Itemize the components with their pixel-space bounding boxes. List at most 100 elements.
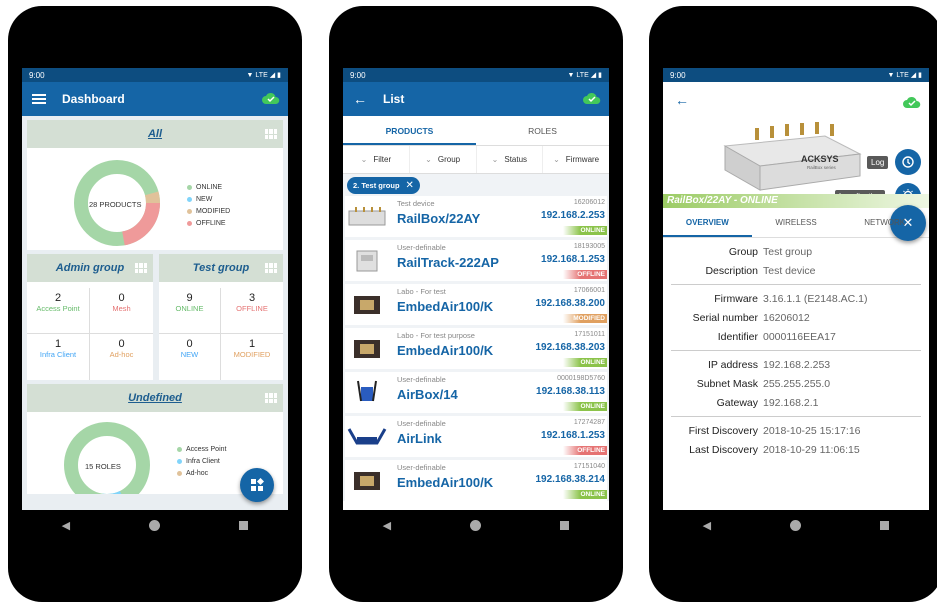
admin-group-stats: 2 Access Point 0 Mesh 1 Infra Client 0 Ad-ho… [27,282,153,382]
network-label: LTE [255,71,268,79]
home-nav-icon[interactable] [790,519,802,531]
product-serial: 17151040 [573,463,605,470]
page-title: List [383,92,405,106]
cloud-sync-icon[interactable] [583,92,601,105]
stat-access-point[interactable]: 2 Access Point [27,288,90,334]
all-donut-label: 28 PRODUCTS [89,200,142,209]
list-item[interactable]: User-definable EmbedAir100/K 17151040 192.1… [345,460,607,501]
back-nav-icon[interactable]: ◀ [703,519,711,532]
grid-view-icon[interactable] [265,393,277,403]
tab-products[interactable]: PRODUCTS [343,116,476,145]
admin-group-card[interactable]: Admin group 2 Access Point 0 Mesh 1 Infra C… [27,254,153,380]
legend-item: Access Point [177,444,226,456]
log-tooltip: Log [867,156,889,169]
stat-value: 2 [54,292,62,304]
detail-value: 192.168.2.1 [763,396,819,409]
detail-row: Serial number 16206012 [663,308,929,327]
detail-value: Test group [763,245,813,258]
stat-modified[interactable]: 1 MODIFIED [221,334,283,380]
group-filter-chip[interactable]: 2. Test group ✕ [347,176,420,194]
stat-label: Mesh [112,304,131,313]
cloud-sync-icon[interactable] [262,92,280,105]
close-icon[interactable]: ✕ [406,180,414,191]
grid-view-icon[interactable] [265,263,277,273]
legend-item: Ad-hoc [177,468,226,480]
product-name: EmbedAir100/K [397,299,494,314]
stat-label: MODIFIED [233,350,271,359]
detail-key: Serial number [692,311,758,324]
cloud-sync-icon[interactable] [903,96,921,109]
log-button[interactable] [895,149,921,175]
battery-icon: ▮ [918,72,922,79]
tab-overview[interactable]: OVERVIEW [663,208,752,237]
grid-view-icon[interactable] [265,129,277,139]
stat-new[interactable]: 0 NEW [159,334,221,380]
undefined-donut-label: 15 ROLES [85,462,121,471]
detail-tabs: OVERVIEW WIRELESS NETWORK [663,208,929,238]
recents-nav-icon[interactable] [880,520,890,530]
tab-network[interactable]: NETWORK [840,208,929,237]
list-item[interactable]: User-definable AirLink 17274287 192.168.1.2… [345,416,607,457]
tab-roles[interactable]: ROLES [476,116,609,145]
system-nav-bar: ◀ [22,510,288,540]
grid-view-icon[interactable] [135,263,147,273]
back-arrow-icon[interactable]: ← [675,92,689,108]
device-status-caption: RailBox/22AY - ONLINE [663,194,929,208]
stat-offline[interactable]: 3 OFFLINE [221,288,283,334]
product-description: User-definable [397,375,446,384]
filter-dropdown[interactable]: ⌄ Filter [343,146,410,173]
list-item[interactable]: Labo - For test purpose EmbedAir100/K 1715… [345,328,607,369]
product-thumbnail [345,290,389,320]
dashboard-fab[interactable] [240,468,274,502]
product-thumbnail [345,246,389,276]
detail-key: IP address [707,358,758,371]
undefined-card-header: Undefined [27,384,283,412]
test-group-card[interactable]: Test group 9 ONLINE 3 OFFLINE 0 NEW 1 MODIFI… [159,254,283,380]
back-nav-icon[interactable]: ◀ [62,519,70,532]
home-nav-icon[interactable] [470,519,482,531]
menu-icon[interactable] [32,93,46,105]
stat-ad-hoc[interactable]: 0 Ad-hoc [90,334,153,380]
list-item[interactable]: User-definable RailTrack-222AP 18193005 192… [345,240,607,281]
list-item[interactable]: Test device RailBox/22AY 16206012 192.168.2… [345,196,607,237]
filter-label: Filter [373,155,392,164]
device-header: ← ACKSYS RailBox series Log Localisation… [663,82,929,209]
status-badge: MODIFIED [563,314,607,323]
undefined-donut-chart [64,422,150,494]
tab-wireless[interactable]: WIRELESS [752,208,841,237]
product-thumbnail [345,202,389,232]
stat-mesh[interactable]: 0 Mesh [90,288,153,334]
legend-item: MODIFIED [187,206,230,218]
recents-nav-icon[interactable] [560,520,570,530]
legend-item: ONLINE [187,182,230,194]
app-bar: ← List [343,82,609,116]
list-item[interactable]: Labo - For test EmbedAir100/K 17066001 192.… [345,284,607,325]
status-badge: ONLINE [563,402,607,411]
undefined-card-title[interactable]: Undefined [128,392,182,404]
detail-key: Gateway [716,396,758,409]
product-thumbnail [345,422,389,452]
recents-nav-icon[interactable] [239,520,249,530]
legend-dot [187,220,192,226]
product-ip: 192.168.38.214 [535,474,605,485]
stat-infra-client[interactable]: 1 Infra Client [27,334,90,380]
back-arrow-icon[interactable]: ← [353,91,367,107]
chip-label: 2. Test group [353,180,400,190]
app-bar: Dashboard [22,82,288,116]
list-item[interactable]: User-definable AirBox/14 0000198D5760 192.1… [345,372,607,413]
status-dropdown[interactable]: ⌄ Status [477,146,544,173]
home-nav-icon[interactable] [149,519,161,531]
stat-value: 3 [248,292,256,304]
back-nav-icon[interactable]: ◀ [383,519,391,532]
stat-online[interactable]: 9 ONLINE [159,288,221,334]
filter-label: Status [504,155,528,164]
all-card[interactable]: All 28 PRODUCTS ONLINE NEW MODIFIED OFFL… [27,120,283,250]
group-dropdown[interactable]: ⌄ Group [410,146,477,173]
all-card-title[interactable]: All [148,128,162,140]
stat-value: 9 [186,292,193,304]
firmware-dropdown[interactable]: ⌄ Firmware [543,146,609,173]
product-thumbnail [345,378,389,408]
product-list: Test device RailBox/22AY 16206012 192.168.2… [343,196,609,501]
chevron-down-icon: ⌄ [491,155,499,164]
product-thumbnail [345,334,389,364]
